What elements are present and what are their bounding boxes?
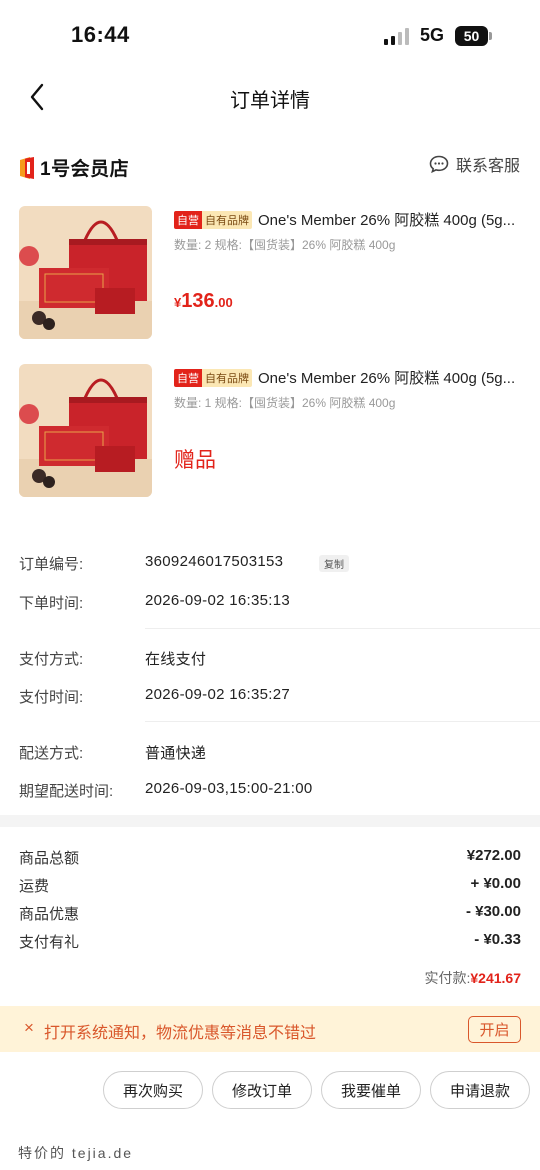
copy-order-number-button[interactable]: 复制 (319, 555, 349, 572)
contact-service-label: 联系客服 (455, 158, 520, 175)
store-logo-icon (20, 156, 34, 179)
notification-text: 打开系统通知，物流优惠等消息不错过 (44, 1025, 317, 1042)
discount-label: 商品优惠 (19, 906, 80, 923)
battery-icon: 50 (455, 26, 488, 46)
shipping-label: 运费 (19, 878, 50, 895)
section-separator (0, 815, 540, 827)
network-type: 5G (420, 25, 445, 45)
payment-method-label: 支付方式: (19, 651, 84, 668)
order-number-value: 3609246017503153 (145, 553, 284, 570)
modify-order-button[interactable]: 修改订单 (212, 1071, 312, 1109)
urge-order-button[interactable]: 我要催单 (321, 1071, 421, 1109)
goods-total-row: 商品总额 ¥272.00 (19, 845, 521, 869)
payment-method-row: 支付方式: 在线支付 (19, 644, 540, 670)
delivery-method-value: 普通快递 (145, 745, 207, 762)
own-brand-badge: 自有品牌 (202, 210, 252, 229)
gift-label: 赠品 (174, 449, 216, 472)
amount-paid-value: ¥241.67 (470, 970, 521, 986)
notification-banner: × 打开系统通知，物流优惠等消息不错过 开启 (0, 1006, 540, 1052)
delivery-method-row: 配送方式: 普通快递 (19, 738, 540, 764)
store-name: 1号会员店 (40, 159, 130, 180)
discount-value: - ¥30.00 (465, 903, 521, 920)
nav-bar: 订单详情 (0, 72, 540, 122)
amount-paid-label: 实付款: (424, 970, 471, 986)
close-icon[interactable]: × (24, 1018, 34, 1038)
expected-delivery-label: 期望配送时间: (19, 783, 114, 800)
cellular-signal-icon (384, 27, 409, 45)
product-spec: 数量: 2 规格:【囤货装】26% 阿胶糕 400g (174, 238, 396, 252)
divider (145, 628, 540, 629)
expected-delivery-value: 2026-09-03,15:00-21:00 (145, 780, 313, 797)
product-item[interactable]: 自营 自有品牌 One's Member 26% 阿胶糕 400g (5g... 数… (0, 364, 540, 499)
product-spec: 数量: 1 规格:【囤货装】26% 阿胶糕 400g (174, 396, 396, 410)
payment-gift-label: 支付有礼 (19, 934, 80, 951)
discount-row: 商品优惠 - ¥30.00 (19, 901, 521, 925)
store-header: 1号会员店 联系客服 (0, 148, 540, 182)
enable-notification-button[interactable]: 开启 (468, 1016, 521, 1043)
expected-delivery-row: 期望配送时间: 2026-09-03,15:00-21:00 (19, 776, 540, 802)
self-operated-badge: 自营 (174, 368, 202, 387)
divider (145, 721, 540, 722)
payment-time-label: 支付时间: (19, 689, 84, 706)
product-title[interactable]: 自营 自有品牌 One's Member 26% 阿胶糕 400g (5g... (174, 209, 534, 230)
status-bar: 16:44 5G 50 (0, 0, 540, 72)
payment-gift-row: 支付有礼 - ¥0.33 (19, 929, 521, 953)
payment-method-value: 在线支付 (145, 651, 207, 668)
product-title-text: One's Member 26% 阿胶糕 400g (5g... (258, 370, 516, 387)
product-title[interactable]: 自营 自有品牌 One's Member 26% 阿胶糕 400g (5g... (174, 367, 534, 388)
order-time-value: 2026-09-02 16:35:13 (145, 592, 290, 609)
payment-gift-value: - ¥0.33 (474, 931, 521, 948)
page-title: 订单详情 (230, 90, 310, 112)
own-brand-badge: 自有品牌 (202, 368, 252, 387)
payment-time-value: 2026-09-02 16:35:27 (145, 686, 290, 703)
shipping-value: + ¥0.00 (470, 875, 521, 892)
order-number-row: 订单编号: 3609246017503153 复制 (19, 549, 540, 575)
watermark: 特价的 tejia.de (18, 1145, 134, 1161)
status-time: 16:44 (71, 22, 130, 47)
contact-service-button[interactable]: 联系客服 (429, 152, 520, 176)
store-logo[interactable]: 1号会员店 (18, 154, 129, 181)
product-price: ¥136.00 (174, 290, 233, 313)
product-title-text: One's Member 26% 阿胶糕 400g (5g... (258, 212, 516, 229)
product-image[interactable] (19, 364, 152, 497)
amount-paid: 实付款:¥241.67 (425, 968, 522, 988)
battery-tip (489, 32, 492, 40)
order-time-row: 下单时间: 2026-09-02 16:35:13 (19, 588, 540, 614)
product-image[interactable] (19, 206, 152, 339)
payment-time-row: 支付时间: 2026-09-02 16:35:27 (19, 682, 540, 708)
goods-total-label: 商品总额 (19, 850, 80, 867)
shipping-row: 运费 + ¥0.00 (19, 873, 521, 897)
order-time-label: 下单时间: (19, 595, 84, 612)
order-number-label: 订单编号: (19, 556, 84, 573)
chat-bubble-icon (429, 155, 449, 173)
self-operated-badge: 自营 (174, 210, 202, 229)
price-decimal: .00 (214, 295, 233, 310)
buy-again-button[interactable]: 再次购买 (103, 1071, 203, 1109)
product-item[interactable]: 自营 自有品牌 One's Member 26% 阿胶糕 400g (5g... 数… (0, 206, 540, 341)
goods-total-value: ¥272.00 (466, 847, 521, 864)
request-refund-button[interactable]: 申请退款 (430, 1071, 530, 1109)
price-integer: 136 (181, 290, 215, 312)
delivery-method-label: 配送方式: (19, 745, 84, 762)
